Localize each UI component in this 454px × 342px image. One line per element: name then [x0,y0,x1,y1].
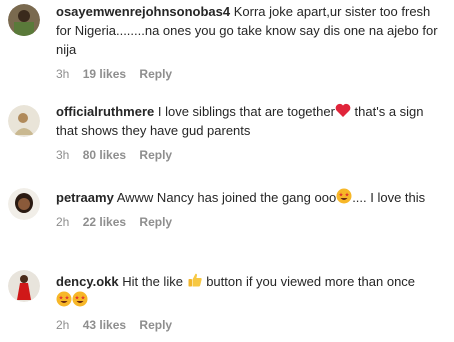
comment-text: petraamy Awww Nancy has joined the gang … [56,188,446,207]
comment-text: officialruthmere I love siblings that ar… [56,102,446,140]
comment-body: Awww Nancy has joined the gang ooo [116,190,337,205]
thumbs-up-icon [188,273,202,287]
comment-likes[interactable]: 43 likes [83,318,126,332]
comment-username[interactable]: officialruthmere [56,104,154,119]
comment-meta: 3h 19 likes Reply [56,67,446,81]
comment-body-continued: .... I love this [352,190,426,205]
avatar[interactable] [8,270,40,302]
comment-time: 3h [56,67,70,81]
avatar[interactable] [8,188,40,220]
comment-meta: 2h 22 likes Reply [56,215,446,229]
comment-body: Hit the like [122,274,183,289]
comment-meta: 3h 80 likes Reply [56,148,446,162]
comment-username[interactable]: dency.okk [56,274,119,289]
comment-time: 2h [56,215,70,229]
comment-time: 3h [56,148,70,162]
reply-button[interactable]: Reply [139,318,172,332]
red-heart-icon [335,103,351,117]
comment-body: I love siblings that are together [157,104,335,119]
reply-button[interactable]: Reply [139,215,172,229]
comment-username[interactable]: petraamy [56,190,114,205]
comment-likes[interactable]: 80 likes [83,148,126,162]
comment-meta: 2h 43 likes Reply [56,318,446,332]
avatar[interactable] [8,105,40,137]
comment-text: osayemwenrejohnsonobas4 Korra joke apart… [56,2,446,59]
reply-button[interactable]: Reply [139,148,172,162]
comment-likes[interactable]: 22 likes [83,215,126,229]
avatar[interactable] [8,4,40,36]
reply-button[interactable]: Reply [139,67,172,81]
comments-list: osayemwenrejohnsonobas4 Korra joke apart… [0,0,454,342]
comment-body-continued: button if you viewed more than once [202,274,416,289]
star-struck-icon [72,291,88,307]
comment-text: dency.okk Hit the like button if you vie… [56,272,446,310]
comment-username[interactable]: osayemwenrejohnsonobas4 [56,4,230,19]
comment-likes[interactable]: 19 likes [83,67,126,81]
comment-time: 2h [56,318,70,332]
star-struck-icon [336,188,352,204]
star-struck-icon [56,291,72,307]
